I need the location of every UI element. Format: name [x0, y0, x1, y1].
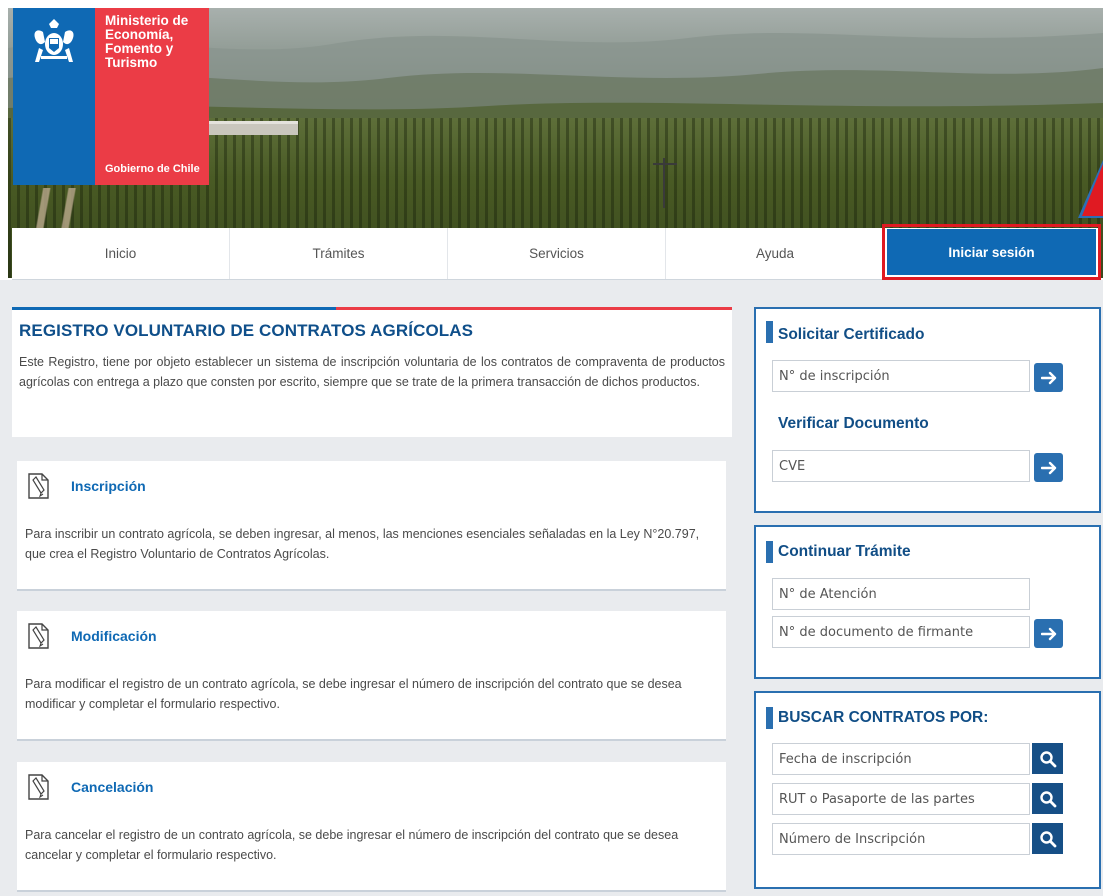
arrow-right-icon — [1040, 627, 1056, 640]
attention-number-input[interactable]: N° de Atención — [772, 578, 1030, 610]
nav-item-tramites[interactable]: Trámites — [230, 228, 448, 279]
inscription-search-input[interactable]: Número de Inscripción — [772, 823, 1030, 855]
government-name: Gobierno de Chile — [105, 163, 200, 175]
login-highlight: Iniciar sesión — [882, 224, 1101, 280]
continue-panel: Continuar Trámite N° de Atención N° de d… — [754, 525, 1101, 679]
continue-title: Continuar Trámite — [778, 543, 911, 560]
document-pen-icon — [28, 623, 49, 649]
power-pole — [663, 158, 665, 208]
card-description: Para cancelar el registro de un contrato… — [25, 828, 679, 862]
card-cancelacion[interactable]: Cancelación Para cancelar el registro de… — [17, 762, 726, 892]
rut-search-input[interactable]: RUT o Pasaporte de las partes — [772, 783, 1030, 815]
arrow-right-icon — [1040, 461, 1056, 474]
document-pen-icon — [28, 774, 49, 800]
card-description: Para modificar el registro de un contrat… — [25, 677, 682, 711]
nav-item-inicio[interactable]: Inicio — [12, 228, 230, 279]
card-description: Para inscribir un contrato agrícola, se … — [25, 527, 700, 561]
intro-panel: REGISTRO VOLUNTARIO DE CONTRATOS AGRÍCOL… — [12, 307, 732, 437]
barn-roof — [208, 121, 298, 135]
ministry-name: Ministerio de Economía, Fomento y Turism… — [105, 13, 189, 70]
page-title: REGISTRO VOLUNTARIO DE CONTRATOS AGRÍCOL… — [19, 321, 474, 340]
login-button[interactable]: Iniciar sesión — [887, 229, 1096, 275]
certificate-title: Solicitar Certificado — [778, 326, 925, 343]
search-title: BUSCAR CONTRATOS POR: — [778, 709, 989, 726]
main-navigation: Inicio Trámites Servicios Ayuda Iniciar … — [12, 224, 1101, 280]
intro-text: Este Registro, tiene por objeto establec… — [19, 355, 725, 389]
nav-item-servicios[interactable]: Servicios — [448, 228, 666, 279]
card-modificacion[interactable]: Modificación Para modificar el registro … — [17, 611, 726, 741]
cve-input[interactable]: CVE — [772, 450, 1030, 482]
red-arrow-annotation — [1078, 160, 1103, 218]
card-title[interactable]: Cancelación — [71, 779, 153, 795]
card-title[interactable]: Modificación — [71, 628, 157, 644]
government-logo[interactable]: Ministerio de Economía, Fomento y Turism… — [13, 8, 209, 185]
rut-search-button[interactable] — [1032, 783, 1063, 814]
date-search-input[interactable]: Fecha de inscripción — [772, 743, 1030, 775]
search-contracts-panel: BUSCAR CONTRATOS POR: Fecha de inscripci… — [754, 691, 1101, 889]
certificate-panel: Solicitar Certificado N° de inscripción … — [754, 307, 1101, 513]
coat-of-arms-icon — [34, 19, 74, 62]
document-pen-icon — [28, 473, 49, 499]
magnifier-icon — [1039, 830, 1056, 847]
inscription-search-button[interactable] — [1032, 823, 1063, 854]
arrow-right-icon — [1040, 371, 1056, 384]
magnifier-icon — [1039, 790, 1056, 807]
card-inscripcion[interactable]: Inscripción Para inscribir un contrato a… — [17, 461, 726, 591]
date-search-button[interactable] — [1032, 743, 1063, 774]
continue-submit-button[interactable] — [1034, 619, 1063, 648]
signer-document-input[interactable]: N° de documento de firmante — [772, 616, 1030, 648]
inscription-number-input[interactable]: N° de inscripción — [772, 360, 1030, 392]
nav-item-ayuda[interactable]: Ayuda — [666, 228, 884, 279]
verify-title: Verificar Documento — [778, 415, 929, 432]
magnifier-icon — [1039, 750, 1056, 767]
verify-submit-button[interactable] — [1034, 453, 1063, 482]
card-title[interactable]: Inscripción — [71, 478, 146, 494]
certificate-submit-button[interactable] — [1034, 363, 1063, 392]
